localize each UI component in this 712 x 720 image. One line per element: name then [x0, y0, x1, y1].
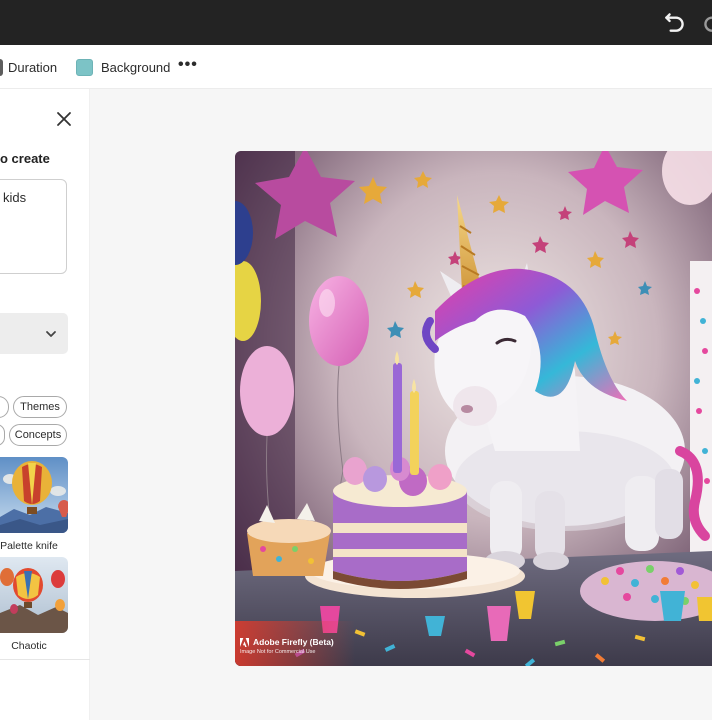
duration-label: Duration — [8, 59, 58, 75]
style-thumbnail-palette-knife[interactable] — [0, 457, 68, 533]
background-color-swatch — [76, 58, 93, 76]
style-thumbnail-chaotic[interactable] — [0, 557, 68, 633]
firefly-watermark: Adobe Firefly (Beta) Image Not for Comme… — [240, 637, 334, 655]
top-bar — [0, 0, 712, 45]
chevron-down-icon — [46, 331, 56, 337]
duration-icon — [0, 58, 3, 76]
background-label: Background — [101, 59, 171, 75]
redo-icon[interactable] — [700, 9, 712, 35]
watermark-title: Adobe Firefly (Beta) — [253, 637, 334, 647]
duration-button[interactable]: Duration — [0, 45, 57, 89]
more-options-button[interactable]: ••• — [178, 55, 198, 75]
prompt-heading: o create — [0, 151, 50, 166]
filter-chip-themes[interactable]: Themes — [13, 396, 67, 418]
prompt-input-value: kids — [3, 190, 27, 205]
background-button[interactable]: Background — [76, 45, 170, 89]
style-label-palette-knife: Palette knife — [0, 540, 58, 552]
content-type-select[interactable] — [0, 313, 68, 354]
adobe-logo-icon — [240, 637, 249, 647]
generated-image[interactable] — [235, 151, 712, 666]
panel-divider — [0, 659, 90, 660]
filter-chip-concepts[interactable]: Concepts — [9, 424, 67, 446]
watermark-subtitle: Image Not for Commercial Use — [240, 649, 316, 655]
style-label-chaotic: Chaotic — [11, 640, 47, 652]
close-icon[interactable] — [56, 111, 72, 127]
undo-icon[interactable] — [662, 9, 688, 35]
